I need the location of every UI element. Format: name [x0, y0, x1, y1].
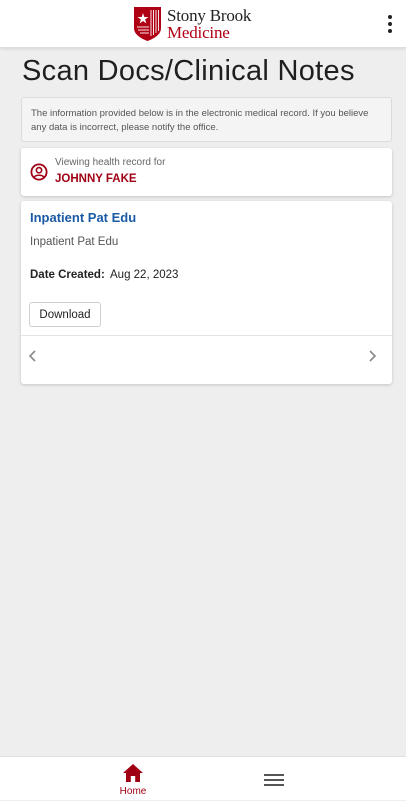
more-vertical-icon[interactable] — [384, 13, 396, 35]
brand-line2: Medicine — [167, 23, 230, 42]
patient-name: JOHNNY FAKE — [55, 173, 137, 185]
patient-card: Viewing health record for JOHNNY FAKE — [21, 148, 392, 196]
app-header: Stony Brook Medicine — [0, 0, 406, 48]
document-card: Inpatient Pat Edu Inpatient Pat Edu Date… — [21, 201, 392, 384]
patient-caption: Viewing health record for — [55, 157, 166, 168]
nav-home-tab[interactable]: Home — [113, 763, 153, 801]
emr-notice: The information provided below is in the… — [21, 97, 392, 142]
card-divider — [21, 335, 392, 336]
date-created-label: Date Created: — [30, 269, 105, 281]
hamburger-menu-icon[interactable] — [262, 771, 286, 789]
document-subtitle: Inpatient Pat Edu — [30, 236, 119, 248]
document-title[interactable]: Inpatient Pat Edu — [30, 210, 136, 225]
user-circle-icon — [30, 163, 48, 181]
chevron-left-icon[interactable] — [27, 348, 39, 364]
page-title: Scan Docs/Clinical Notes — [22, 55, 355, 87]
bottom-nav: Home — [0, 756, 406, 800]
stony-brook-shield-icon — [134, 7, 161, 41]
chevron-right-icon[interactable] — [366, 348, 378, 364]
home-icon — [123, 764, 143, 782]
nav-home-label: Home — [119, 786, 147, 797]
brand-logo[interactable]: Stony Brook Medicine — [133, 3, 251, 45]
download-button[interactable]: Download — [29, 302, 101, 327]
brand-line1: Stony Brook — [167, 6, 252, 25]
date-created-value: Aug 22, 2023 — [110, 269, 179, 281]
brand-wordmark: Stony Brook Medicine — [167, 7, 251, 41]
